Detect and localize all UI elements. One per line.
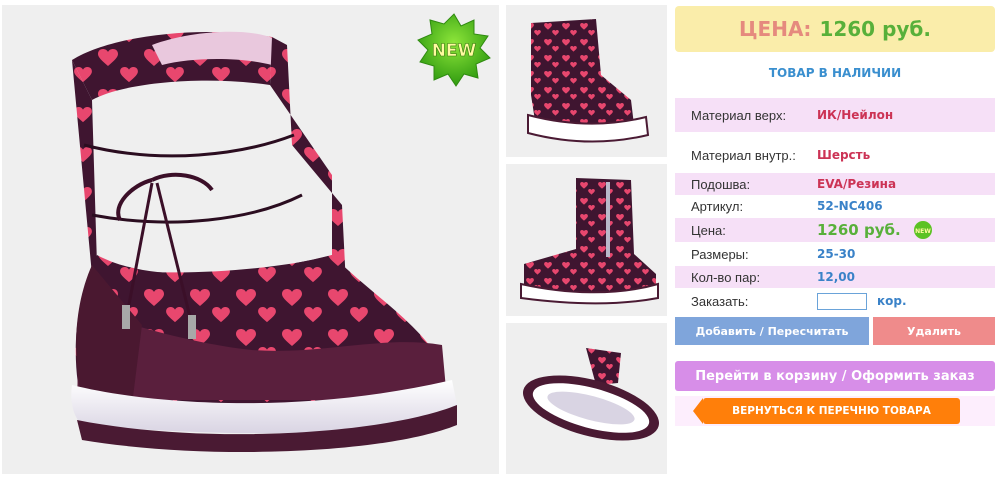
price-value: 1260 руб.	[819, 17, 931, 41]
spec-label: Материал верх:	[691, 107, 787, 123]
spec-row-order: Заказать: кор.	[675, 289, 995, 313]
spec-label: Заказать:	[691, 293, 749, 309]
add-recalculate-button[interactable]: Добавить / Пересчитать	[675, 317, 869, 345]
spec-row-pairs: Кол-во пар: 12,00	[675, 266, 995, 288]
new-small-icon: NEW	[913, 220, 933, 240]
spec-value: 1260 руб.	[817, 221, 901, 239]
new-small-text: NEW	[915, 228, 931, 235]
spec-value: 12,00	[817, 270, 855, 284]
price-label: ЦЕНА:	[739, 17, 812, 41]
spec-row-material-top: Материал верх: ИК/Нейлон	[675, 98, 995, 132]
quantity-input[interactable]	[817, 292, 867, 310]
spec-label: Подошва:	[691, 176, 751, 192]
spec-row-sizes: Размеры: 25-30	[675, 243, 995, 265]
delete-button[interactable]: Удалить	[873, 317, 995, 345]
spec-label: Размеры:	[691, 246, 749, 262]
back-to-list-button[interactable]: ВЕРНУТЬСЯ К ПЕРЕЧНЮ ТОВАРА	[693, 398, 960, 424]
stock-status: ТОВАР В НАЛИЧИИ	[768, 66, 902, 80]
thumbnail-inner-side[interactable]	[506, 164, 667, 316]
spec-row-price: Цена: 1260 руб. NEW	[675, 218, 995, 242]
spec-label: Кол-во пар:	[691, 269, 761, 285]
thumb-boot-side	[506, 5, 667, 157]
spec-value: 52-NC406	[817, 199, 883, 213]
spec-label: Материал внутр.:	[691, 147, 796, 163]
go-to-cart-button[interactable]: Перейти в корзину / Оформить заказ	[675, 361, 995, 391]
spec-value: ИК/Нейлон	[817, 108, 894, 122]
spec-value: 25-30	[817, 247, 856, 261]
spec-row-sole: Подошва: EVA/Резина	[675, 173, 995, 195]
spec-value: EVA/Резина	[817, 177, 897, 191]
spec-row-article: Артикул: 52-NC406	[675, 195, 995, 217]
spec-label: Артикул:	[691, 198, 744, 214]
thumb-boot-sole	[506, 323, 667, 474]
spec-row-material-inner: Материал внутр.: Шерсть	[675, 138, 995, 172]
back-to-list-label: ВЕРНУТЬСЯ К ПЕРЕЧНЮ ТОВАРА	[732, 405, 931, 417]
new-badge-text: NEW	[432, 41, 477, 61]
new-starburst-icon: NEW	[416, 12, 492, 88]
thumb-boot-inner	[506, 164, 667, 316]
thumbnail-sole[interactable]	[506, 323, 667, 474]
thumbnail-side[interactable]	[506, 5, 667, 157]
price-banner: ЦЕНА: 1260 руб.	[675, 6, 995, 52]
spec-value: Шерсть	[817, 148, 871, 162]
spec-label: Цена:	[691, 222, 726, 238]
quantity-unit: кор.	[877, 294, 907, 308]
